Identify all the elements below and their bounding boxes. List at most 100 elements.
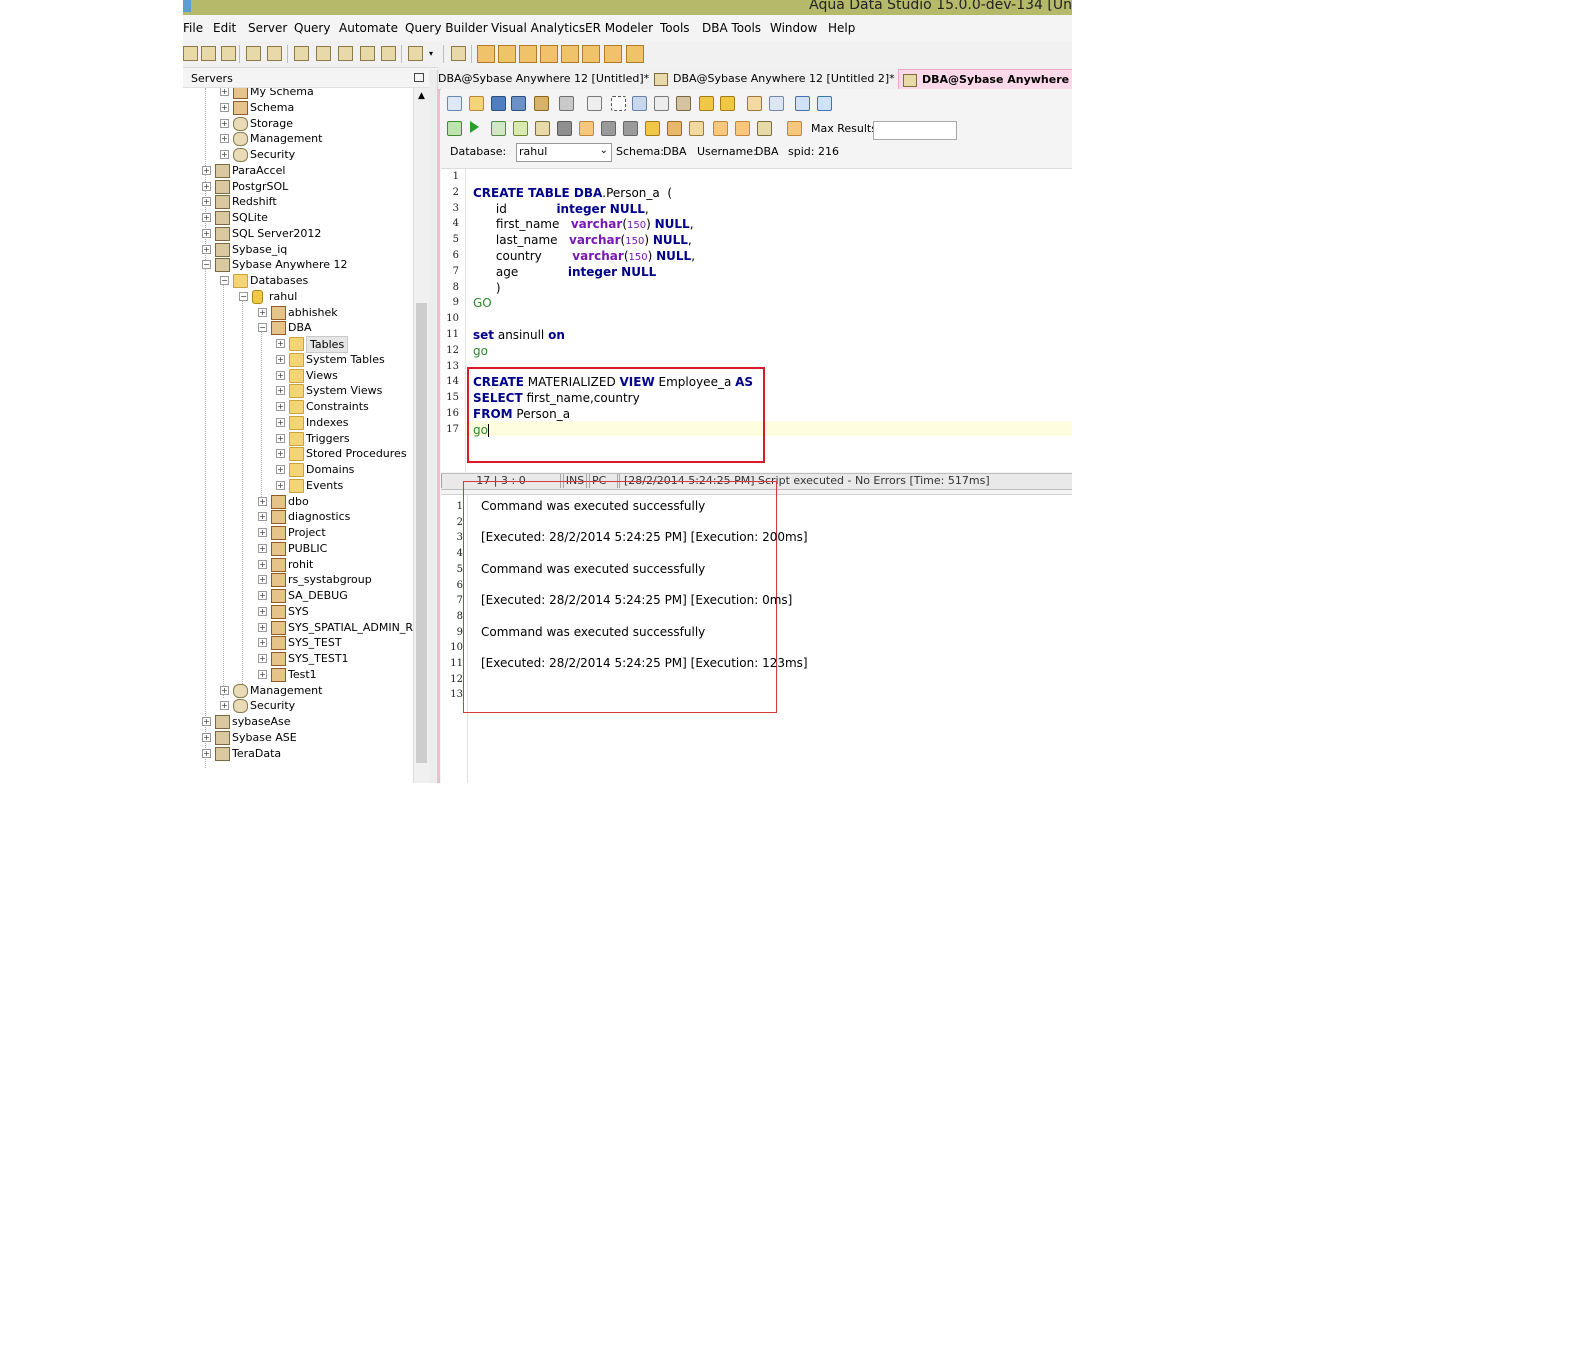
expand-icon[interactable]: + bbox=[202, 181, 211, 191]
console-icon[interactable] bbox=[451, 46, 466, 61]
tree-scrollbar-thumb[interactable] bbox=[416, 303, 427, 763]
execute-all-icon[interactable] bbox=[447, 121, 462, 136]
cut-icon[interactable] bbox=[632, 96, 647, 111]
find-icon[interactable] bbox=[769, 96, 784, 111]
expand-icon[interactable]: + bbox=[276, 354, 285, 364]
results-text-icon[interactable] bbox=[735, 121, 750, 136]
server-properties-icon[interactable] bbox=[221, 46, 236, 61]
restore-icon[interactable] bbox=[414, 73, 424, 82]
tree-scrollbar[interactable]: ▲ bbox=[413, 88, 429, 783]
page-setup-icon[interactable] bbox=[587, 96, 602, 111]
expand-icon[interactable]: + bbox=[220, 701, 229, 711]
max-results-input[interactable] bbox=[873, 121, 957, 140]
auto-commit-icon[interactable] bbox=[579, 121, 594, 136]
scroll-up-icon[interactable]: ▲ bbox=[418, 91, 425, 101]
expand-icon[interactable]: + bbox=[258, 512, 267, 522]
disconnect-icon[interactable] bbox=[267, 46, 282, 61]
new-file-icon[interactable] bbox=[447, 96, 462, 111]
layout-grid-3-icon[interactable] bbox=[519, 45, 537, 63]
expand-icon[interactable]: + bbox=[258, 559, 267, 569]
database-select[interactable]: rahul ⌄ bbox=[516, 143, 612, 162]
expand-icon[interactable]: + bbox=[276, 433, 285, 443]
expand-icon[interactable]: + bbox=[258, 606, 267, 616]
query-window-icon[interactable] bbox=[294, 46, 309, 61]
print-icon[interactable] bbox=[559, 96, 574, 111]
parameters-icon[interactable] bbox=[689, 121, 704, 136]
expand-icon[interactable]: + bbox=[276, 339, 285, 348]
layout-grid-6-icon[interactable] bbox=[582, 45, 600, 63]
expand-icon[interactable]: + bbox=[220, 150, 229, 159]
statistics-icon[interactable] bbox=[667, 121, 682, 136]
menu-dba-tools[interactable]: DBA Tools bbox=[702, 21, 761, 35]
expand-icon[interactable]: + bbox=[202, 228, 211, 238]
expand-icon[interactable]: + bbox=[258, 575, 267, 585]
layout-grid-1-icon[interactable] bbox=[477, 45, 495, 63]
expand-icon[interactable]: + bbox=[202, 165, 211, 175]
tab-untitled-1[interactable]: DBA@Sybase Anywhere 12 [Untitled]*✕ bbox=[438, 69, 664, 88]
execute-to-file-icon[interactable] bbox=[535, 121, 550, 136]
uppercase-icon[interactable] bbox=[795, 96, 810, 111]
menu-query-builder[interactable]: Query Builder bbox=[405, 21, 488, 35]
menu-edit[interactable]: Edit bbox=[213, 21, 236, 35]
layout-grid-4-icon[interactable] bbox=[540, 45, 558, 63]
expand-icon[interactable]: + bbox=[258, 638, 267, 648]
save-as-icon[interactable] bbox=[511, 96, 526, 111]
expand-icon[interactable]: + bbox=[258, 669, 267, 679]
layout-grid-2-icon[interactable] bbox=[498, 45, 516, 63]
expand-icon[interactable]: + bbox=[276, 465, 285, 474]
execute-icon[interactable] bbox=[470, 121, 479, 133]
expand-icon[interactable]: + bbox=[276, 417, 285, 427]
connect-icon[interactable] bbox=[246, 46, 261, 61]
menu-server[interactable]: Server bbox=[248, 21, 287, 35]
results-split-icon[interactable] bbox=[757, 121, 772, 136]
undo-icon[interactable] bbox=[699, 96, 714, 111]
open-folder-icon[interactable] bbox=[469, 96, 484, 111]
register-server-icon[interactable] bbox=[201, 46, 216, 61]
results-output[interactable]: 1 2 3 4 5 6 7 8 9 10 11 12 13 Command was executed s… bbox=[441, 481, 1072, 783]
layout-grid-5-icon[interactable] bbox=[561, 45, 579, 63]
expand-icon[interactable]: + bbox=[220, 118, 229, 128]
expand-icon[interactable]: + bbox=[220, 134, 229, 144]
chevron-down-icon[interactable]: ⌄ bbox=[600, 145, 608, 156]
expand-icon[interactable]: + bbox=[258, 654, 267, 663]
save-all-icon[interactable] bbox=[534, 96, 549, 111]
export-icon[interactable] bbox=[381, 46, 396, 61]
tab-active-query[interactable]: DBA@Sybase Anywhere bbox=[898, 69, 1072, 89]
expand-icon[interactable]: + bbox=[258, 307, 267, 317]
collapse-icon[interactable]: − bbox=[239, 291, 248, 301]
expand-icon[interactable]: + bbox=[258, 543, 267, 553]
layout-grid-8-icon[interactable] bbox=[626, 45, 644, 63]
expand-icon[interactable]: + bbox=[202, 732, 211, 742]
expand-icon[interactable]: + bbox=[258, 496, 267, 506]
menu-help[interactable]: Help bbox=[828, 21, 855, 35]
expand-icon[interactable]: + bbox=[220, 88, 229, 96]
expand-icon[interactable]: + bbox=[202, 197, 211, 207]
copy-icon[interactable] bbox=[654, 96, 669, 111]
execute-current-icon[interactable] bbox=[491, 121, 506, 136]
query-analyzer-icon[interactable] bbox=[316, 46, 331, 61]
menu-file[interactable]: File bbox=[183, 21, 203, 35]
expand-icon[interactable]: + bbox=[220, 685, 229, 695]
expand-icon[interactable]: + bbox=[276, 480, 285, 490]
rollback-icon[interactable] bbox=[623, 121, 638, 136]
results-grid-icon[interactable] bbox=[713, 121, 728, 136]
execute-explain-icon[interactable] bbox=[513, 121, 528, 136]
sql-editor[interactable]: 1 2 3 4 5 6 7 8 9 10 11 12 13 14 15 16 17 CREATE TABLE D… bbox=[441, 168, 1072, 472]
panel-splitter[interactable] bbox=[429, 70, 438, 783]
expand-icon[interactable]: + bbox=[276, 386, 285, 396]
redo-icon[interactable] bbox=[720, 96, 735, 111]
expand-icon[interactable]: + bbox=[276, 402, 285, 411]
tab-untitled-2[interactable]: DBA@Sybase Anywhere 12 [Untitled 2]*✕ bbox=[654, 69, 910, 88]
menu-er-modeler[interactable]: ER Modeler bbox=[585, 21, 653, 35]
lowercase-icon[interactable] bbox=[817, 96, 832, 111]
collapse-icon[interactable]: − bbox=[202, 260, 211, 270]
compare-icon[interactable] bbox=[360, 46, 375, 61]
expand-icon[interactable]: + bbox=[202, 717, 211, 726]
menu-query[interactable]: Query bbox=[294, 21, 330, 35]
save-icon[interactable] bbox=[491, 96, 506, 111]
layout-grid-7-icon[interactable] bbox=[604, 45, 622, 63]
menu-visual-analytics[interactable]: Visual Analytics bbox=[491, 21, 585, 35]
expand-icon[interactable]: + bbox=[258, 528, 267, 537]
explain-plan-icon[interactable] bbox=[645, 121, 660, 136]
paste-icon[interactable] bbox=[676, 96, 691, 111]
